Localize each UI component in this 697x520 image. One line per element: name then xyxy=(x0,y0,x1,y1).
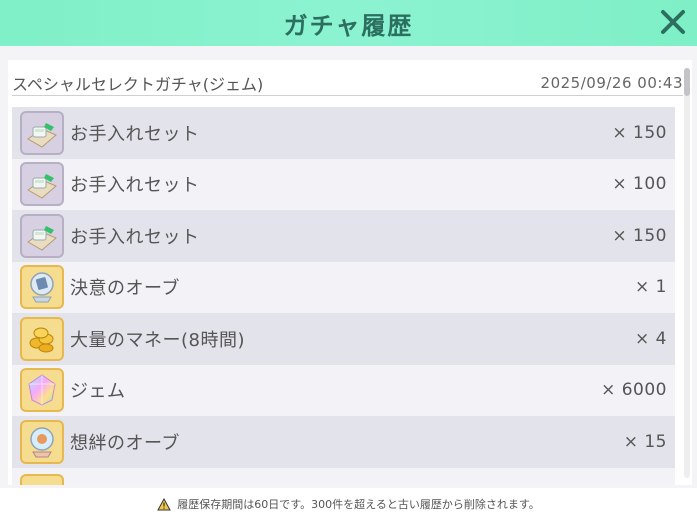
item-quantity: × 150 xyxy=(612,122,667,143)
bond-orb-icon xyxy=(20,419,64,464)
item-name: 想絆のオーブ xyxy=(70,432,180,454)
resolve-orb-icon xyxy=(20,265,64,310)
item-name: お手入れセット xyxy=(70,123,200,145)
list-item xyxy=(12,467,675,485)
warning-icon xyxy=(157,497,172,510)
list-item: お手入れセット × 150 xyxy=(12,107,675,159)
item-name: ジェム xyxy=(70,381,126,403)
close-button[interactable] xyxy=(655,4,691,40)
item-quantity: × 4 xyxy=(635,328,667,349)
care-set-icon xyxy=(20,110,64,155)
scrollbar[interactable] xyxy=(684,68,690,478)
history-panel: スペシャルセレクトガチャ(ジェム) 2025/09/26 00:43 お手入れセ… xyxy=(8,60,692,485)
page-title: ガチャ履歴 xyxy=(283,11,414,40)
item-name: お手入れセット xyxy=(70,175,200,197)
list-item: お手入れセット × 150 xyxy=(12,210,675,262)
scroll-thumb[interactable] xyxy=(684,68,690,96)
item-icon xyxy=(20,473,64,485)
gem-icon xyxy=(20,368,64,413)
money-icon xyxy=(20,316,64,361)
item-quantity: × 150 xyxy=(612,225,667,246)
gacha-date: 2025/09/26 00:43 xyxy=(540,73,683,92)
care-set-icon xyxy=(20,213,64,258)
header-bar: ガチャ履歴 xyxy=(0,0,697,46)
footer: 履歴保存期間は60日です。300件を超えると古い履歴から削除されます。 xyxy=(0,488,697,520)
item-name: 大量のマネー(8時間) xyxy=(70,329,245,351)
item-quantity: × 100 xyxy=(612,174,667,195)
item-quantity: × 6000 xyxy=(601,380,667,401)
close-icon xyxy=(661,10,685,34)
notice-text: 履歴保存期間は60日です。300件を超えると古い履歴から削除されます。 xyxy=(177,498,540,511)
list-item: 想絆のオーブ × 15 xyxy=(12,416,675,468)
list-item: 決意のオーブ × 1 xyxy=(12,261,675,313)
gacha-name: スペシャルセレクトガチャ(ジェム) xyxy=(12,74,264,94)
retention-notice: 履歴保存期間は60日です。300件を超えると古い履歴から削除されます。 xyxy=(157,496,540,512)
reward-list: お手入れセット × 150 お手入れセット × 100 お手入れセット × 15… xyxy=(12,107,675,485)
list-item: お手入れセット × 100 xyxy=(12,158,675,210)
list-item: ジェム × 6000 xyxy=(12,364,675,416)
item-name: 決意のオーブ xyxy=(70,278,180,300)
item-name: お手入れセット xyxy=(70,226,200,248)
item-quantity: × 15 xyxy=(623,431,667,452)
section-header: スペシャルセレクトガチャ(ジェム) 2025/09/26 00:43 xyxy=(12,70,683,96)
item-quantity: × 1 xyxy=(635,277,667,298)
list-item: 大量のマネー(8時間) × 4 xyxy=(12,313,675,365)
care-set-icon xyxy=(20,162,64,207)
